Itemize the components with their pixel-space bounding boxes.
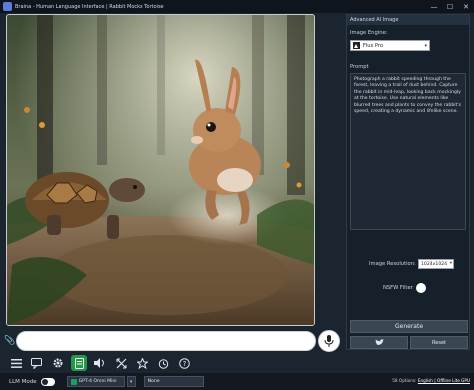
expand-icon [116,358,126,368]
prompt-textarea[interactable]: Photograph a rabbit speeding through the… [350,73,466,230]
model-select-value: GPT-4 Omni Mini [78,379,117,384]
chat-history-icon [31,357,42,369]
twitter-icon [374,339,384,345]
image-resolution-select[interactable]: 1024x1024 ▾ [418,259,454,269]
image-engine-value: Flux Pro [363,42,383,49]
speaker-button[interactable] [92,355,108,371]
notes-icon [74,357,84,369]
llm-mode-toggle[interactable] [40,377,55,386]
help-button[interactable]: ? [176,355,192,371]
persona-select[interactable]: None [143,376,204,387]
image-resolution-value: 1024x1024 [421,261,448,267]
options-prefix: 58 Options: [392,378,417,383]
flux-logo-icon [353,42,360,49]
paperclip-icon[interactable]: 📎 [4,335,15,347]
advanced-ai-image-panel: Advanced AI Image Image Engine: Flux Pro… [346,14,470,350]
image-engine-label: Image Engine: [350,30,388,36]
window-controls: — ☐ ✕ [426,0,474,13]
chevron-down-icon: ▾ [424,43,427,49]
status-options: 58 Options: English | Offline Lite GPU [392,378,470,383]
speaker-icon [94,358,104,368]
generate-button[interactable]: Generate [350,320,468,333]
prompt-label: Prompt [350,64,369,70]
minimize-button[interactable]: — [426,0,442,13]
generated-image-frame [6,14,315,326]
image-engine-select[interactable]: Flux Pro ▾ [350,40,430,51]
model-select[interactable]: GPT-4 Omni Mini [66,376,125,387]
share-button[interactable] [350,336,408,349]
notes-button[interactable] [71,355,87,371]
star-icon [136,357,148,369]
microphone-button[interactable] [318,330,340,352]
gear-icon [53,358,63,368]
microphone-icon [324,335,334,347]
favorites-button[interactable] [134,355,150,371]
expand-button[interactable] [113,355,129,371]
title-bar: Braina - Human Language Interface | Rabb… [0,0,474,13]
model-dropdown-button[interactable]: ▾ [126,376,136,387]
alarm-icon [158,358,168,369]
nsfw-filter-toggle[interactable] [416,283,426,293]
chevron-down-icon: ▾ [449,261,452,266]
svg-text:?: ? [182,360,186,368]
settings-button[interactable] [50,355,66,371]
bottom-toolbar: ? [0,354,474,372]
maximize-button[interactable]: ☐ [442,0,458,13]
reset-button[interactable]: Reset [410,336,468,349]
model-logo-icon [70,378,77,385]
toggle-knob [41,378,48,385]
window-title: Braina - Human Language Interface | Rabb… [15,3,164,10]
panel-title: Advanced AI Image [347,15,469,25]
help-icon: ? [178,357,190,369]
menu-button[interactable] [8,355,24,371]
close-button[interactable]: ✕ [458,0,474,13]
braina-logo-icon [3,2,12,11]
language-mode-link[interactable]: English | Offline Lite GPU [418,378,470,383]
chat-input[interactable] [16,331,316,351]
image-resolution-label: Image Resolution: [369,261,416,267]
llm-mode-label: LLM Mode [9,378,37,385]
status-bar: LLM Mode GPT-4 Omni Mini ▾ None 58 Optio… [0,373,474,390]
menu-icon [10,358,22,368]
persona-select-value: None [147,379,160,384]
chat-history-button[interactable] [29,355,45,371]
alarm-button[interactable] [155,355,171,371]
nsfw-filter-label: NSFW Filter [383,285,413,291]
generated-image [7,15,314,325]
